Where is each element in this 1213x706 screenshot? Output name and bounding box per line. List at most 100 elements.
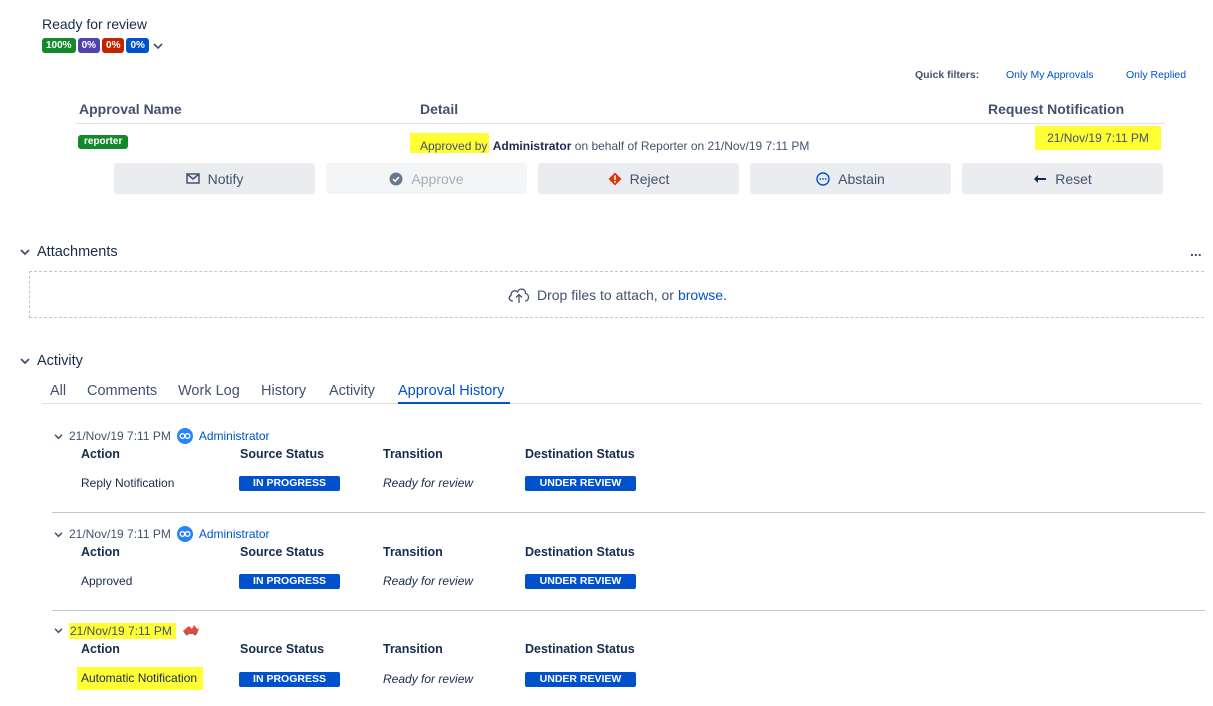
attachments-title: Attachments: [37, 244, 118, 260]
destination-status-cell: UNDER REVIEW: [525, 671, 636, 687]
status-badge: IN PROGRESS: [239, 672, 340, 687]
status-badge: UNDER REVIEW: [525, 476, 636, 491]
header-destination-status: Destination Status: [525, 447, 635, 461]
entry-time: 21/Nov/19 7:11 PM: [69, 622, 176, 639]
tab-approval-history[interactable]: Approval History: [398, 383, 504, 399]
header-source-status: Source Status: [240, 447, 325, 461]
header-destination-status: Destination Status: [525, 545, 635, 559]
status-badge: UNDER REVIEW: [525, 672, 636, 687]
column-request-notification: Request Notification: [988, 101, 1125, 117]
request-notification-time: 21/Nov/19 7:11 PM: [1035, 126, 1161, 150]
approval-detail: Approved by Administrator on behalf of R…: [410, 133, 810, 153]
header-action: Action: [81, 447, 120, 461]
pct-rejected: 0%: [102, 38, 125, 53]
header-destination-status: Destination Status: [525, 642, 635, 656]
approval-status-title: Ready for review: [42, 16, 148, 32]
entry-action: Approved: [81, 574, 133, 588]
history-entry-header[interactable]: 21/Nov/19 7:11 PM Administrator: [54, 428, 270, 444]
tab-activity[interactable]: Activity: [329, 383, 375, 399]
notify-button[interactable]: Notify: [114, 163, 315, 194]
chevron-down-icon: [54, 433, 63, 439]
column-detail: Detail: [420, 101, 459, 117]
more-circle-icon: [816, 171, 830, 186]
history-entry-header[interactable]: 21/Nov/19 7:11 PM Administrator: [54, 526, 270, 542]
browse-link[interactable]: browse.: [678, 287, 727, 303]
chevron-down-icon: [20, 249, 30, 256]
status-badge: IN PROGRESS: [239, 476, 340, 491]
attachments-more-icon[interactable]: ...: [1190, 243, 1202, 259]
entry-divider: [52, 512, 1205, 513]
detail-prefix: Approved by: [410, 133, 490, 153]
chevron-down-icon[interactable]: [153, 38, 163, 53]
activity-toggle[interactable]: Activity: [20, 353, 83, 369]
pct-abstained: 0%: [77, 38, 101, 53]
entry-divider: [52, 610, 1205, 611]
entry-action: Automatic Notification: [77, 667, 204, 690]
entry-user[interactable]: Administrator: [199, 429, 270, 443]
pct-pending: 0%: [126, 38, 149, 53]
source-status-cell: IN PROGRESS: [239, 671, 340, 687]
tab-work-log[interactable]: Work Log: [178, 383, 240, 399]
error-diamond-icon: [608, 172, 622, 185]
filter-only-my-approvals[interactable]: Only My Approvals: [1006, 69, 1094, 81]
approval-percentages: 100% 0% 0% 0%: [42, 38, 163, 53]
attachments-toggle[interactable]: Attachments: [20, 244, 118, 260]
header-action: Action: [81, 642, 120, 656]
header-transition: Transition: [383, 447, 443, 461]
destination-status-cell: UNDER REVIEW: [525, 475, 636, 491]
entry-transition: Ready for review: [383, 476, 474, 490]
entry-user[interactable]: Administrator: [199, 527, 270, 541]
header-source-status: Source Status: [240, 545, 325, 559]
status-badge: IN PROGRESS: [239, 574, 340, 589]
reset-button[interactable]: Reset: [962, 163, 1163, 194]
arrow-left-icon: [1034, 174, 1047, 183]
destination-status-cell: UNDER REVIEW: [525, 573, 636, 589]
approve-button[interactable]: Approve: [326, 163, 527, 194]
avatar: [176, 526, 193, 542]
header-transition: Transition: [383, 642, 443, 656]
header-divider: [75, 123, 1165, 124]
header-transition: Transition: [383, 545, 443, 559]
attachment-dropzone[interactable]: Drop files to attach, or browse.: [29, 271, 1204, 318]
column-approval-name: Approval Name: [79, 101, 182, 117]
entry-transition: Ready for review: [383, 672, 474, 686]
abstain-button[interactable]: Abstain: [750, 163, 951, 194]
header-action: Action: [81, 545, 120, 559]
notify-label: Notify: [207, 170, 244, 187]
source-status-cell: IN PROGRESS: [239, 475, 340, 491]
tabs-divider: [42, 403, 1202, 404]
tab-history[interactable]: History: [261, 383, 306, 399]
chevron-down-icon: [54, 531, 63, 537]
filter-only-replied[interactable]: Only Replied: [1126, 69, 1186, 81]
entry-time: 21/Nov/19 7:11 PM: [69, 429, 171, 443]
source-status-cell: IN PROGRESS: [239, 573, 340, 589]
envelope-icon: [185, 173, 200, 184]
active-tab-underline: [398, 402, 510, 404]
status-badge: UNDER REVIEW: [525, 574, 636, 589]
quick-filters-label: Quick filters:: [915, 69, 980, 81]
automation-robot-icon: [182, 622, 200, 639]
reset-label: Reset: [1055, 170, 1092, 187]
avatar: [176, 428, 193, 444]
reject-label: Reject: [629, 170, 670, 187]
reject-button[interactable]: Reject: [538, 163, 739, 194]
abstain-label: Abstain: [838, 170, 885, 187]
activity-title: Activity: [37, 353, 83, 369]
detail-user: Administrator: [492, 139, 572, 153]
chevron-down-icon: [54, 628, 63, 634]
check-circle-icon: [389, 172, 403, 185]
entry-action: Reply Notification: [81, 476, 175, 490]
header-source-status: Source Status: [240, 642, 325, 656]
history-entry-header[interactable]: 21/Nov/19 7:11 PM: [54, 622, 200, 639]
drop-text: Drop files to attach, or: [537, 286, 674, 303]
detail-suffix: on behalf of Reporter on 21/Nov/19 7:11 …: [574, 139, 810, 153]
approver-badge: reporter: [78, 135, 129, 149]
tab-comments[interactable]: Comments: [87, 383, 157, 399]
tab-all[interactable]: All: [50, 383, 66, 399]
chevron-down-icon: [20, 358, 30, 365]
entry-time: 21/Nov/19 7:11 PM: [69, 527, 171, 541]
entry-transition: Ready for review: [383, 574, 474, 588]
pct-approved: 100%: [42, 38, 76, 53]
approve-label: Approve: [411, 170, 464, 187]
cloud-upload-icon: [508, 288, 530, 303]
